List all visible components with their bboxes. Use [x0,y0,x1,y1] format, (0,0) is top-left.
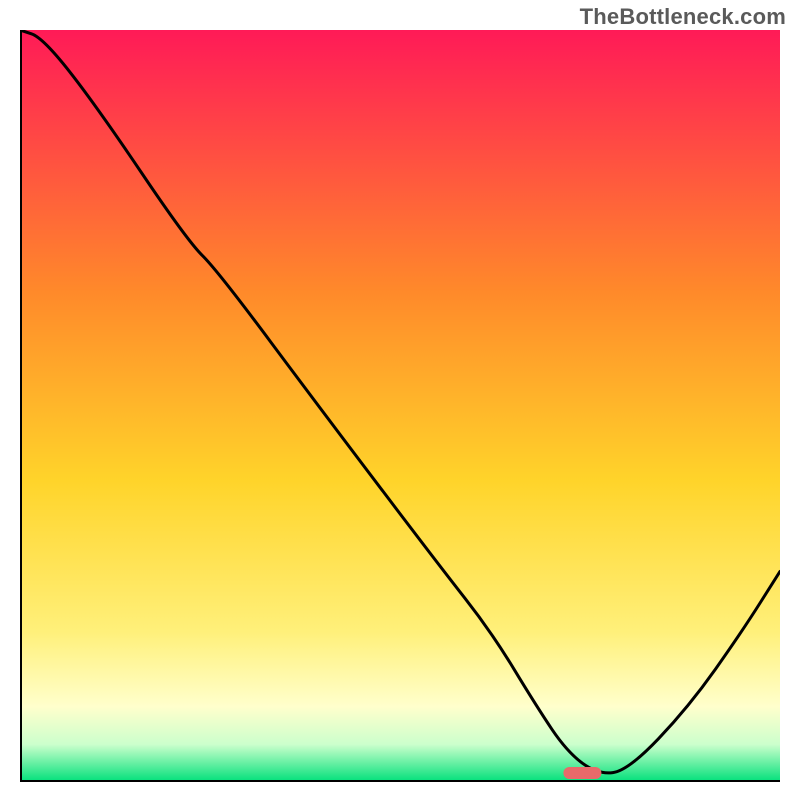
plot-area [20,30,780,782]
gradient-background [20,30,780,782]
optimum-marker [563,767,601,779]
chart-svg [20,30,780,782]
chart-stage: TheBottleneck.com [0,0,800,800]
watermark-text: TheBottleneck.com [580,4,786,30]
